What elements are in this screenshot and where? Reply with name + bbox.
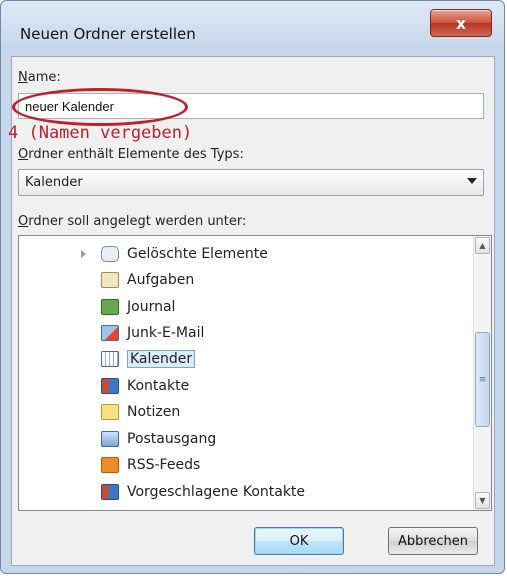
tree-item-aufgaben[interactable]: Aufgaben <box>101 267 194 293</box>
close-button[interactable]: x <box>430 9 492 37</box>
scroll-up-button[interactable]: ▲ <box>475 237 490 254</box>
junk-mail-icon <box>101 325 119 341</box>
calendar-icon <box>101 351 119 367</box>
cancel-button[interactable]: Abbrechen <box>388 527 478 555</box>
scrollbar-thumb[interactable]: ≡ <box>475 332 490 427</box>
grip-icon: ≡ <box>478 374 487 385</box>
tree-item-vorgeschlagene-kontakte[interactable]: Vorgeschlagene Kontakte <box>101 479 305 505</box>
ok-button[interactable]: OK <box>254 527 344 555</box>
contacts-icon <box>101 378 119 394</box>
notes-icon <box>101 404 119 420</box>
close-icon: x <box>455 13 467 33</box>
scroll-down-button[interactable]: ▼ <box>475 492 490 509</box>
folder-tree[interactable]: Gelöschte Elemente Aufgaben Journal Junk… <box>18 235 492 511</box>
title-bar[interactable]: Neuen Ordner erstellen x <box>1 1 504 61</box>
dialog-window: Neuen Ordner erstellen x Name: 4 (Namen … <box>0 0 505 574</box>
dialog-title: Neuen Ordner erstellen <box>20 25 196 43</box>
tasks-icon <box>101 272 119 288</box>
suggested-contacts-icon <box>101 484 119 500</box>
type-select[interactable]: Kalender <box>18 169 484 196</box>
location-label: Ordner soll angelegt werden unter: <box>18 214 247 229</box>
tree-item-geloeschte-elemente[interactable]: Gelöschte Elemente <box>101 241 268 267</box>
expand-arrow-icon[interactable] <box>81 250 86 258</box>
tree-item-kalender[interactable]: Kalender <box>101 346 196 372</box>
tree-item-postausgang[interactable]: Postausgang <box>101 426 216 452</box>
chevron-down-icon[interactable] <box>467 178 477 184</box>
tree-item-kontakte[interactable]: Kontakte <box>101 373 189 399</box>
name-label: Name: <box>18 70 61 85</box>
recycle-icon <box>101 246 119 262</box>
rss-icon <box>101 457 119 473</box>
tree-item-journal[interactable]: Journal <box>101 294 175 320</box>
dialog-body: Name: 4 (Namen vergeben) Ordner enthält … <box>8 56 495 566</box>
annotation-text: 4 (Namen vergeben) <box>8 123 193 143</box>
arrow-down-icon: ▼ <box>479 496 486 505</box>
highlight-ellipse <box>12 88 188 126</box>
type-select-value: Kalender <box>25 175 83 190</box>
journal-icon <box>101 299 119 315</box>
tree-item-junk-e-mail[interactable]: Junk-E-Mail <box>101 320 204 346</box>
tree-item-notizen[interactable]: Notizen <box>101 399 180 425</box>
vertical-scrollbar[interactable]: ▲ ≡ ▼ <box>473 236 491 510</box>
tree-item-rss-feeds[interactable]: RSS-Feeds <box>101 452 200 478</box>
type-label: Ordner enthält Elemente des Typs: <box>18 147 244 162</box>
outbox-icon <box>101 431 119 447</box>
arrow-up-icon: ▲ <box>479 241 486 250</box>
